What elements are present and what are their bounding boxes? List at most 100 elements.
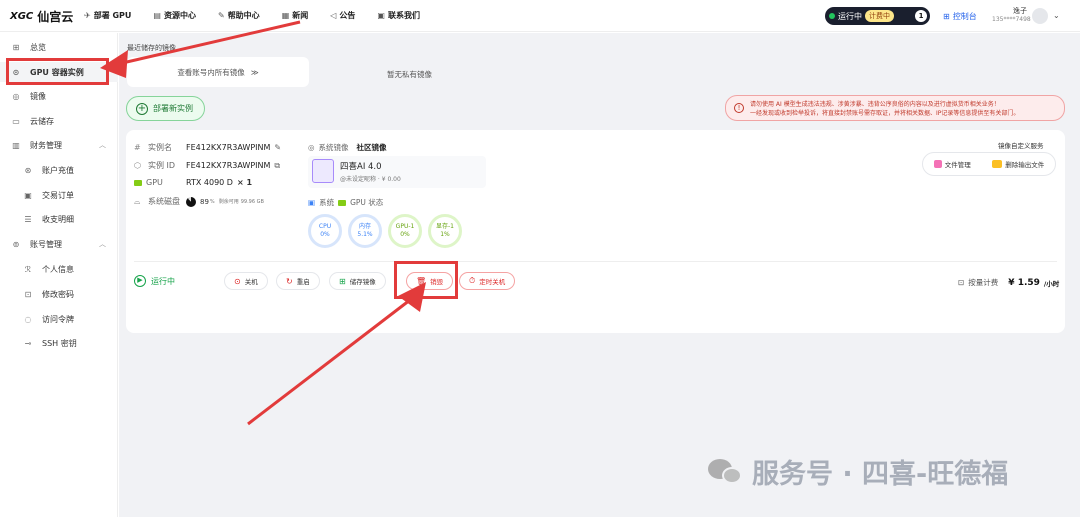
file-manage-button[interactable]: 文件管理 [933, 159, 971, 169]
power-icon: ⊙ [234, 276, 241, 286]
timed-shutdown-button[interactable]: ⏱ 定时关机 [459, 272, 516, 290]
cube-icon: ⬡ [134, 161, 141, 170]
running-status: ▶ 运行中 [134, 275, 175, 287]
gauge-value: 0% [320, 231, 330, 238]
play-icon: ▶ [134, 275, 146, 287]
status-row: ▣ 系统 GPU 状态 [308, 197, 383, 208]
timed-shutdown-label: 定时关机 [479, 278, 506, 286]
nav-announcement[interactable]: ◁ 公告 [330, 10, 355, 21]
recent-images-title: 最近储存的镜像 [127, 44, 176, 52]
finance-icon: ▥ [12, 140, 20, 150]
nav-label: 联系我们 [387, 11, 420, 20]
order-icon: ▣ [24, 190, 32, 200]
sidebar-item-orders[interactable]: ▣ 交易订单 [0, 185, 118, 205]
restart-label: 重启 [296, 278, 310, 286]
file-manage-label: 文件管理 [944, 161, 971, 169]
chevron-up-icon: ︿ [99, 240, 106, 248]
gauge-label: CPU [318, 223, 332, 230]
token-icon: ◌ [24, 314, 32, 324]
top-nav: ✈ 部署 GPU ▤ 资源中心 ✎ 帮助中心 ▦ 新闻 ◁ 公告 ▣ 联系我们 [84, 10, 442, 21]
detail-icon: ☰ [24, 214, 32, 224]
sidebar-item-label: 修改密码 [42, 289, 74, 299]
disk-row: ⌓ 系统磁盘 89 % 剩余可用 99.96 GB [134, 196, 264, 207]
delete-output-label: 删除输出文件 [1005, 161, 1045, 169]
console-link[interactable]: ⊞ 控制台 [943, 11, 977, 22]
nav-resource-center[interactable]: ▤ 资源中心 [153, 10, 196, 21]
warning-banner: ! 请勿使用 AI 模型生成违法违规、涉黄涉暴、违背公序良俗的内容以及进行虚拟货… [725, 95, 1065, 121]
chevron-up-icon: ︿ [99, 141, 106, 149]
rocket-icon: ✈ [84, 11, 91, 20]
plus-icon: + [136, 102, 148, 115]
disk-free-label: 剩余可用 [218, 199, 239, 205]
copy-icon[interactable]: ⧉ [274, 161, 280, 171]
image-info-box[interactable]: 四喜AI 4.0 @未设定昵称 · ¥ 0.00 [308, 156, 486, 188]
vram-gauge: 显存-1 1% [428, 214, 462, 248]
save-image-button[interactable]: ⊞ 储存镜像 [329, 272, 386, 290]
book-icon: ▤ [153, 11, 161, 20]
gauge-value: 0% [400, 231, 410, 238]
image-logo [312, 159, 334, 183]
sidebar-item-ssh-key[interactable]: ⊸ SSH 密钥 [0, 333, 118, 353]
deploy-new-instance-button[interactable]: + 部署新实例 [126, 96, 205, 121]
console-icon: ⊞ [943, 12, 950, 21]
overview-icon: ⊞ [12, 42, 20, 52]
billing-tag: 计费中 [865, 10, 894, 22]
nav-deploy-gpu[interactable]: ✈ 部署 GPU [84, 10, 131, 21]
sidebar-item-access-token[interactable]: ◌ 访问令牌 [0, 309, 118, 329]
warning-line-1: 请勿使用 AI 模型生成违法违规、涉黄涉暴、违背公序良俗的内容以及进行虚拟货币相… [750, 101, 1000, 108]
nav-contact[interactable]: ▣ 联系我们 [377, 10, 420, 21]
delete-output-button[interactable]: 删除输出文件 [992, 159, 1044, 169]
running-label: 运行中 [151, 276, 175, 286]
sidebar-group-account[interactable]: ⊚ 账号管理 ︿ [0, 234, 118, 254]
deploy-label: 部署新实例 [153, 104, 193, 113]
gpu-chip-icon [338, 199, 347, 206]
running-count-badge: 1 [915, 10, 927, 22]
shutdown-button[interactable]: ⊙ 关机 [224, 272, 268, 290]
disk-percent-unit: % [209, 198, 215, 205]
gauge-value: 5.1% [357, 231, 373, 238]
cpu-gauge: CPU 0% [308, 214, 342, 248]
sidebar-item-profile[interactable]: ℛ 个人信息 [0, 259, 118, 279]
disk-free: 99.96 GB [240, 198, 264, 205]
restart-button[interactable]: ↻ 重启 [276, 272, 320, 290]
system-image-label: 系统镜像 [318, 143, 349, 152]
sidebar-item-change-password[interactable]: ⊡ 修改密码 [0, 284, 118, 304]
restart-icon: ↻ [286, 276, 293, 286]
no-private-images: 暂无私有镜像 [387, 70, 432, 79]
logo[interactable]: XGC 仙宫云 [10, 8, 73, 25]
running-status-pill[interactable]: 运行中 计费中 1 [825, 7, 930, 25]
sidebar-item-transactions[interactable]: ☰ 收支明细 [0, 209, 118, 229]
hash-icon: # [134, 143, 141, 152]
sidebar-item-label: 账号管理 [30, 239, 62, 249]
nav-label: 部署 GPU [93, 11, 132, 20]
sidebar-item-recharge[interactable]: ⊛ 账户充值 [0, 160, 118, 180]
gauge-label: GPU-1 [395, 223, 415, 230]
nav-news[interactable]: ▦ 新闻 [282, 10, 309, 21]
chevron-down-icon[interactable]: ⌄ [1053, 11, 1060, 20]
sidebar-item-label: 总览 [30, 42, 46, 52]
main-content: 最近储存的镜像 查看账号内所有镜像 ≫ 暂无私有镜像 + 部署新实例 ! 请勿使… [119, 33, 1080, 517]
view-all-images-link[interactable]: 查看账号内所有镜像 ≫ [127, 57, 309, 87]
gauge-label: 显存-1 [436, 223, 454, 230]
folder-icon [992, 160, 1003, 168]
system-status-label: 系统 [319, 198, 335, 207]
instance-name-label: 实例名 [148, 143, 172, 152]
top-bar: XGC 仙宫云 ✈ 部署 GPU ▤ 资源中心 ✎ 帮助中心 ▦ 新闻 ◁ 公告 ▣ 联系我… [0, 0, 1080, 32]
edit-icon[interactable]: ✎ [274, 143, 281, 152]
account-icon: ⊚ [12, 239, 20, 249]
avatar[interactable] [1032, 8, 1048, 24]
sidebar-item-label: 访问令牌 [42, 314, 74, 324]
price-unit: /小时 [1043, 279, 1060, 288]
sidebar-item-overview[interactable]: ⊞ 总览 [0, 37, 118, 57]
custom-service-box: 文件管理 删除输出文件 [922, 152, 1056, 176]
gpu-status-label: GPU 状态 [350, 198, 384, 207]
nav-help-center[interactable]: ✎ 帮助中心 [218, 10, 260, 21]
gpu-chip-icon [134, 179, 142, 186]
nav-label: 公告 [339, 11, 356, 20]
gpu-model: RTX 4090 D [186, 178, 233, 187]
price: ¥ 1.59 [1008, 277, 1040, 288]
sidebar-item-cloud-storage[interactable]: ▭ 云储存 [0, 111, 118, 131]
person-icon: ℛ [24, 264, 32, 274]
sidebar-item-image[interactable]: ◎ 镜像 [0, 86, 118, 106]
sidebar-group-finance[interactable]: ▥ 财务管理 ︿ [0, 135, 118, 155]
